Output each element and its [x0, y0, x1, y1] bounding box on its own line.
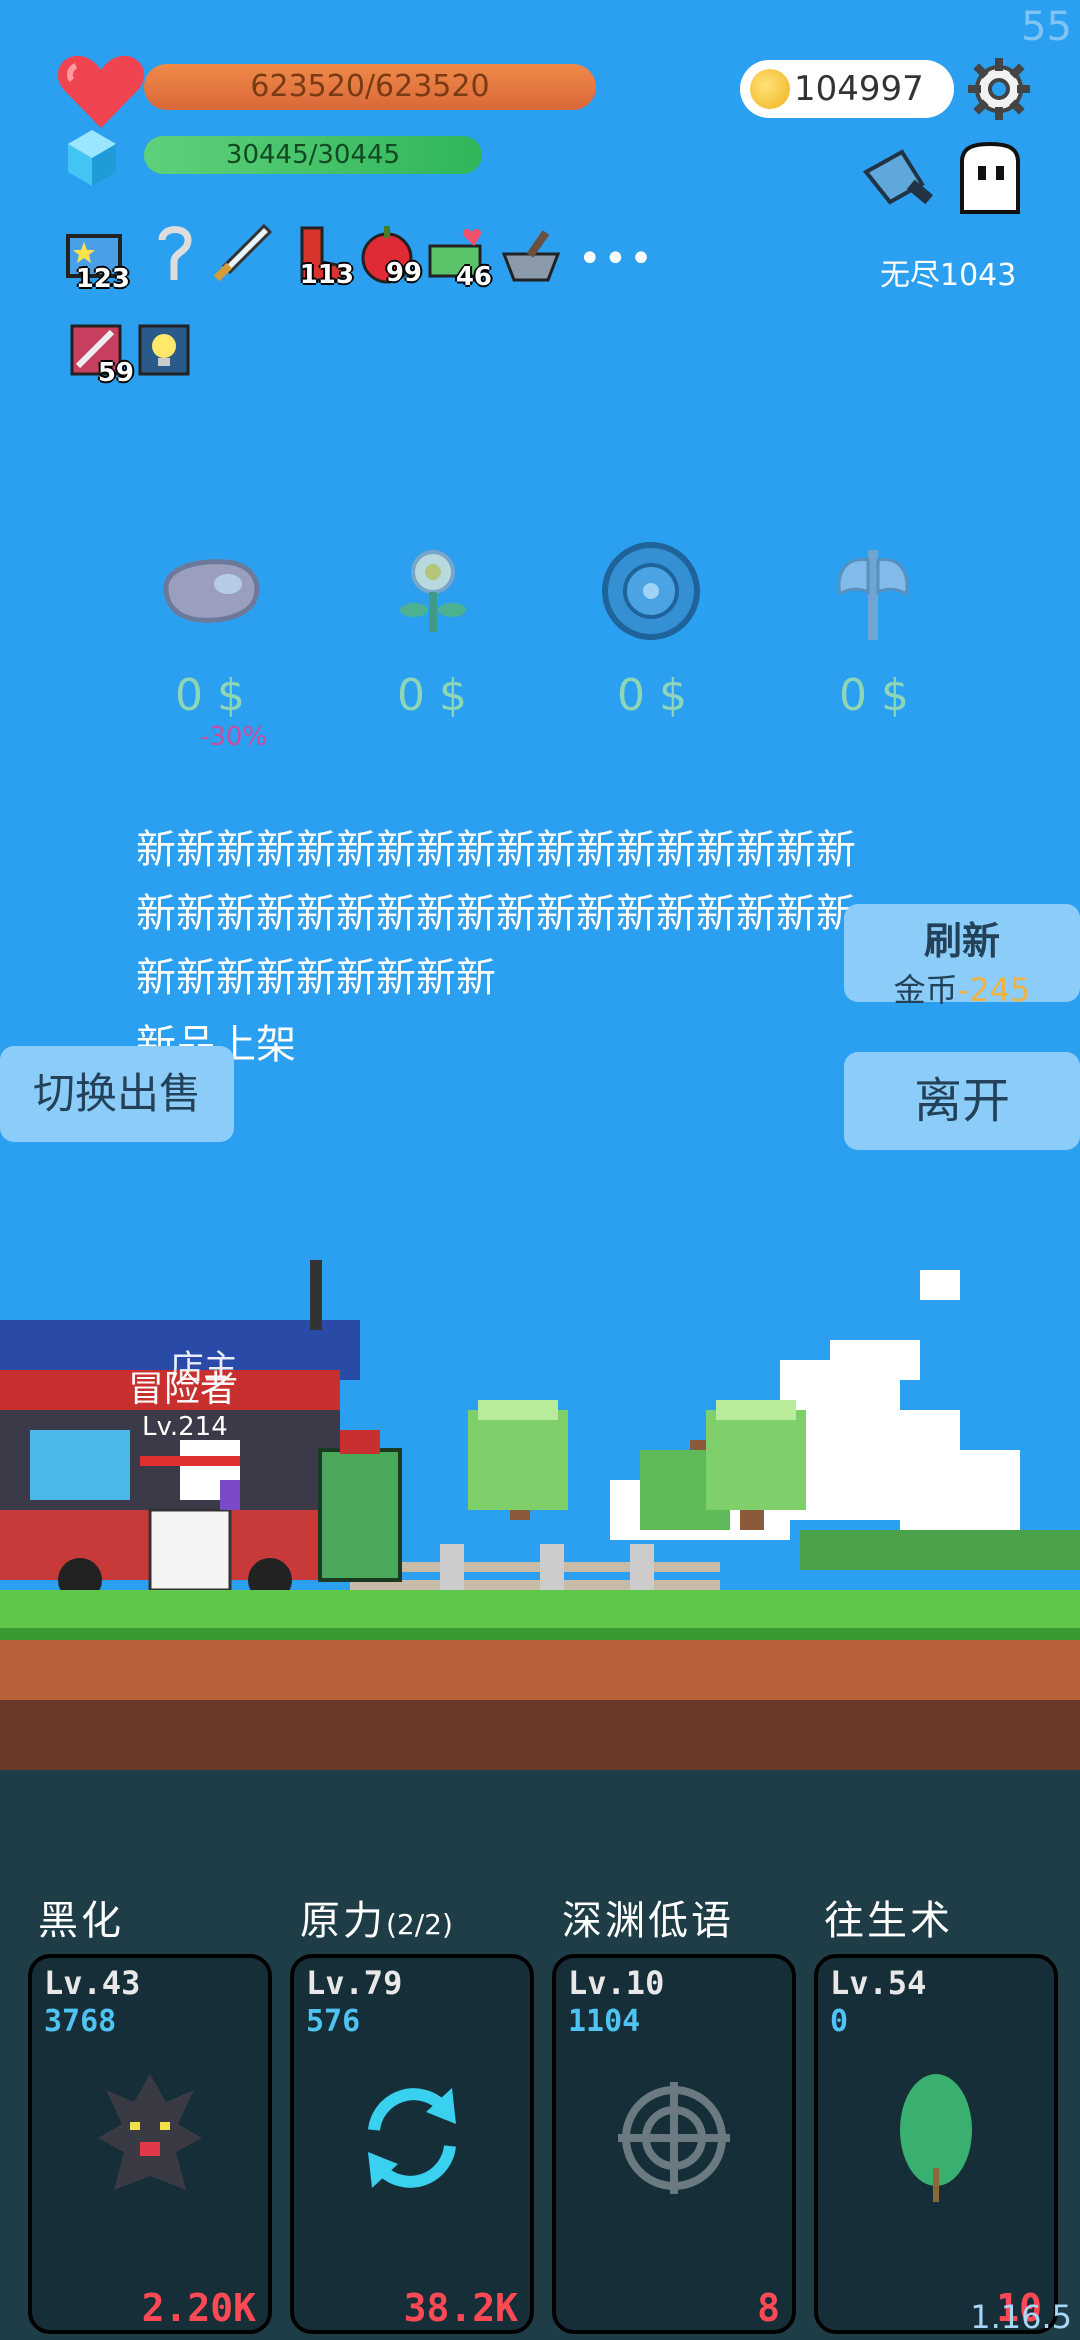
- skill-value: 576: [306, 2004, 361, 2039]
- inventory-item[interactable]: 123: [64, 228, 130, 294]
- coin-counter: 104997: [740, 60, 954, 118]
- skill-value: 3768: [44, 2004, 117, 2039]
- heart-icon: [57, 55, 145, 128]
- sword-icon: [213, 223, 273, 282]
- inventory-item[interactable]: 46: [426, 226, 492, 292]
- cycle-icon: [368, 2088, 456, 2188]
- refresh-label: 刷新: [923, 919, 1000, 963]
- skill-level: Lv.79: [306, 1964, 403, 2002]
- skill-level: Lv.54: [830, 1964, 927, 2002]
- cleaver-icon: [862, 149, 934, 205]
- skill-name: 原力(2/2): [300, 1898, 453, 1944]
- shop-item-price: 0 $: [175, 670, 245, 721]
- skill-cost: 8: [757, 2286, 780, 2330]
- discount-label: -30%: [200, 722, 268, 752]
- skill-name: 往生术: [824, 1898, 953, 1944]
- ghost-icon: [960, 142, 1020, 214]
- skill-level: Lv.43: [44, 1964, 141, 2002]
- switch-sell-button[interactable]: 切换出售: [0, 1046, 234, 1142]
- coin-icon: [750, 69, 790, 109]
- skill-card-abyss[interactable]: Lv.10 1104 8: [552, 1954, 796, 2334]
- inventory-item[interactable]: 113: [288, 224, 354, 290]
- shield-icon[interactable]: [596, 536, 706, 646]
- gear-icon[interactable]: [968, 58, 1030, 120]
- inventory-item[interactable]: [208, 222, 273, 282]
- crosshair-icon: [618, 2082, 730, 2194]
- inventory-item[interactable]: 99: [356, 222, 422, 288]
- hook-icon: [158, 226, 192, 280]
- inventory-item[interactable]: [136, 322, 196, 382]
- mortar-icon: [501, 230, 561, 282]
- shop-item-price: 0 $: [397, 670, 467, 721]
- inventory-item[interactable]: [144, 222, 204, 282]
- skill-value: 0: [830, 2004, 849, 2039]
- shopkeeper-icon: [318, 1430, 402, 1582]
- refresh-button[interactable]: 刷新 金币-245: [844, 904, 1080, 1009]
- boss-icons[interactable]: [862, 142, 1032, 222]
- fps-counter: 55: [1021, 4, 1072, 50]
- shop-item-price: 0 $: [839, 670, 909, 721]
- skill-name: 黑化: [38, 1898, 124, 1944]
- flower-icon[interactable]: [378, 536, 488, 646]
- player-icon: [140, 1440, 240, 1592]
- skill-card-force[interactable]: Lv.79 576 38.2K: [290, 1954, 534, 2334]
- hp-bar: 623520/623520: [144, 64, 596, 110]
- skill-card-dark[interactable]: Lv.43 3768 2.20K: [28, 1954, 272, 2334]
- dark-tree-icon: [98, 2074, 202, 2190]
- skill-name: 深渊低语: [562, 1898, 734, 1944]
- mana-bar: 30445/30445: [144, 136, 482, 174]
- version-label: 1.16.5: [970, 2298, 1072, 2336]
- meat-icon[interactable]: [156, 538, 266, 648]
- endless-mode-label: 无尽1043: [880, 258, 1017, 293]
- coin-value: 104997: [794, 69, 924, 109]
- player-name: 冒险者: [128, 1369, 237, 1410]
- leaf-icon: [900, 2074, 972, 2202]
- shop-item-price: 0 $: [617, 670, 687, 721]
- inventory-item[interactable]: 59: [68, 322, 134, 388]
- axe-icon[interactable]: [818, 536, 928, 646]
- refresh-cost: 金币-245: [893, 971, 1031, 1009]
- player-level: Lv.214: [142, 1412, 228, 1442]
- mana-gem-icon: [68, 130, 116, 186]
- skill-value: 1104: [568, 2004, 641, 2039]
- skill-cost: 2.20K: [141, 2286, 256, 2330]
- more-inventory-button[interactable]: •••: [578, 236, 655, 282]
- inventory-item[interactable]: [500, 228, 561, 288]
- skill-level: Lv.10: [568, 1964, 665, 2002]
- bulb-icon: [138, 324, 190, 376]
- leave-button[interactable]: 离开: [844, 1052, 1080, 1150]
- skill-card-rebirth[interactable]: Lv.54 0 10: [814, 1954, 1058, 2334]
- game-scene: [0, 1260, 1080, 1780]
- skill-cost: 38.2K: [403, 2286, 518, 2330]
- announcement-text: 新新新新新新新新新新新新新新新新新新新新新新新新新新新新新新新新新新新新新新新新…: [136, 827, 856, 1001]
